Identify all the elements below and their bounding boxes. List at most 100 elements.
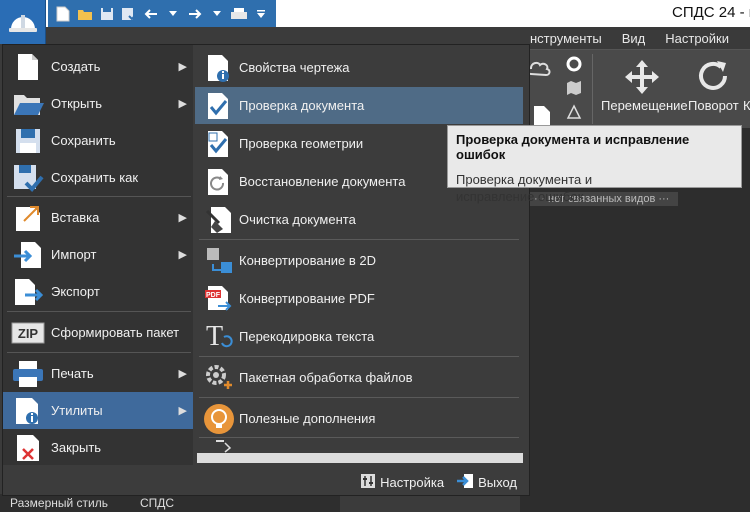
save-file-icon[interactable] — [98, 5, 116, 23]
menu-item-export[interactable]: Экспорт — [3, 273, 193, 310]
menu-item-open[interactable]: Открыть ▶ — [3, 85, 193, 122]
settings-button[interactable]: Настройка — [360, 473, 444, 492]
undo-dropdown-icon[interactable] — [164, 5, 182, 23]
submenu-item-convert-2d[interactable]: Конвертирование в 2D — [195, 242, 523, 279]
menu-item-import[interactable]: Импорт ▶ — [3, 236, 193, 273]
submenu-separator — [199, 397, 519, 398]
submenu-item-recode-text[interactable]: T Перекодировка текста — [195, 318, 523, 355]
submenu-arrow-icon: ▶ — [178, 368, 187, 380]
drawing-properties-icon — [201, 52, 237, 84]
redo-dropdown-icon[interactable] — [208, 5, 226, 23]
ribbon-divider — [592, 54, 593, 124]
circle-tool-icon[interactable] — [566, 56, 582, 75]
tooltip-description: Проверка документа и исправление ошибок — [456, 172, 593, 204]
menu-separator — [7, 311, 191, 312]
submenu-item-purge-document[interactable]: Очистка документа — [195, 201, 523, 238]
close-document-icon — [9, 432, 47, 464]
triangle-tool-icon[interactable] — [566, 104, 582, 123]
batch-process-icon — [201, 362, 237, 394]
menu-separator — [7, 352, 191, 353]
tab-tools[interactable]: нструменты — [520, 31, 612, 46]
utilities-icon — [9, 395, 47, 427]
scale-tool-label[interactable]: К — [743, 98, 750, 113]
submenu-separator — [199, 239, 519, 240]
hard-hat-icon — [8, 15, 37, 32]
menu-separator — [7, 196, 191, 197]
move-tool-label[interactable]: Перемещение — [601, 98, 688, 113]
app-logo-button[interactable] — [0, 0, 46, 44]
save-as-file-icon[interactable] — [120, 5, 138, 23]
submenu-scrollbar[interactable] — [197, 453, 523, 463]
open-folder-icon — [9, 88, 47, 120]
tab-settings[interactable]: Настройки — [655, 31, 739, 46]
window-title: СПДС 24 - не — [672, 4, 750, 21]
convert-2d-icon — [201, 245, 237, 277]
status-bar: Размерный стиль СПДС — [0, 494, 340, 512]
tooltip-title: Проверка документа и исправление ошибок — [456, 132, 690, 162]
rotate-tool-label[interactable]: Поворот — [688, 98, 739, 113]
menu-item-save-as[interactable]: Сохранить как — [3, 159, 193, 196]
undo-icon[interactable] — [142, 5, 160, 23]
submenu-arrow-icon: ▶ — [178, 212, 187, 224]
title-bar: СПДС 24 - не — [0, 0, 750, 27]
submenu-arrow-icon: ▶ — [178, 98, 187, 110]
check-geometry-icon — [201, 128, 237, 160]
check-document-icon — [201, 90, 237, 122]
svg-text:T: T — [206, 321, 223, 352]
save-as-icon — [9, 162, 47, 194]
print-icon — [9, 358, 47, 390]
menu-item-close[interactable]: Закрыть — [3, 429, 193, 466]
submenu-arrow-icon: ▶ — [178, 249, 187, 261]
text-recode-icon: T — [201, 321, 237, 353]
submenu-separator — [199, 356, 519, 357]
submenu-separator — [199, 437, 519, 438]
tab-view[interactable]: Вид — [612, 31, 656, 46]
svg-text:PDF: PDF — [206, 292, 221, 299]
redo-icon[interactable] — [186, 5, 204, 23]
submenu-item-batch-processing[interactable]: Пакетная обработка файлов — [195, 359, 523, 396]
menu-item-print[interactable]: Печать ▶ — [3, 355, 193, 392]
submenu-arrow-icon: ▶ — [178, 61, 187, 73]
open-file-icon[interactable] — [76, 5, 94, 23]
restore-document-icon — [201, 166, 237, 198]
save-icon — [9, 125, 47, 157]
submenu-arrow-icon: ▶ — [178, 405, 187, 417]
menu-item-create[interactable]: Создать ▶ — [3, 48, 193, 85]
application-menu: Создать ▶ Открыть ▶ Сохранить Сохранить … — [2, 44, 530, 496]
menu-item-make-package[interactable]: ZIP Сформировать пакет — [3, 314, 193, 351]
convert-pdf-icon: PDF — [201, 283, 237, 315]
submenu-item-useful-addons[interactable]: Полезные дополнения — [195, 400, 523, 437]
submenu-item-drawing-properties[interactable]: Свойства чертежа — [195, 49, 523, 86]
map-tool-icon[interactable] — [566, 80, 582, 99]
move-icon[interactable] — [623, 58, 661, 99]
rotate-icon[interactable] — [695, 58, 731, 97]
customize-toolbar-icon[interactable] — [252, 5, 270, 23]
zip-icon: ZIP — [9, 317, 47, 349]
submenu-item-check-document[interactable]: Проверка документа — [195, 87, 523, 124]
svg-text:ZIP: ZIP — [18, 326, 39, 341]
submenu-item-convert-pdf[interactable]: PDF Конвертирование PDF — [195, 280, 523, 317]
ribbon-panel: Перемещение Поворот К — [520, 50, 750, 128]
new-file-icon[interactable] — [54, 5, 72, 23]
export-icon — [9, 276, 47, 308]
status-dimension-style[interactable]: Размерный стиль — [0, 496, 130, 510]
new-document-icon — [9, 51, 47, 83]
menu-item-save[interactable]: Сохранить — [3, 122, 193, 159]
menu-item-utilities[interactable]: Утилиты ▶ — [3, 392, 193, 429]
tooltip: Проверка документа и исправление ошибок … — [447, 125, 742, 204]
app-menu-footer: Настройка Выход — [3, 469, 529, 495]
utilities-submenu: Свойства чертежа Проверка документа Пров… — [195, 45, 523, 465]
addons-bulb-icon — [201, 403, 237, 435]
insert-icon — [9, 202, 47, 234]
ribbon-tabs: нструменты Вид Настройки — [520, 27, 750, 50]
exit-button[interactable]: Выход — [456, 473, 517, 492]
settings-sliders-icon — [360, 473, 376, 492]
status-standard[interactable]: СПДС — [130, 496, 174, 510]
import-icon — [9, 239, 47, 271]
app-menu-left-column: Создать ▶ Открыть ▶ Сохранить Сохранить … — [3, 45, 193, 465]
purge-document-icon — [201, 204, 237, 236]
print-quick-icon[interactable] — [230, 5, 248, 23]
quick-access-toolbar — [48, 0, 276, 27]
menu-item-insert[interactable]: Вставка ▶ — [3, 199, 193, 236]
exit-icon — [456, 473, 474, 492]
